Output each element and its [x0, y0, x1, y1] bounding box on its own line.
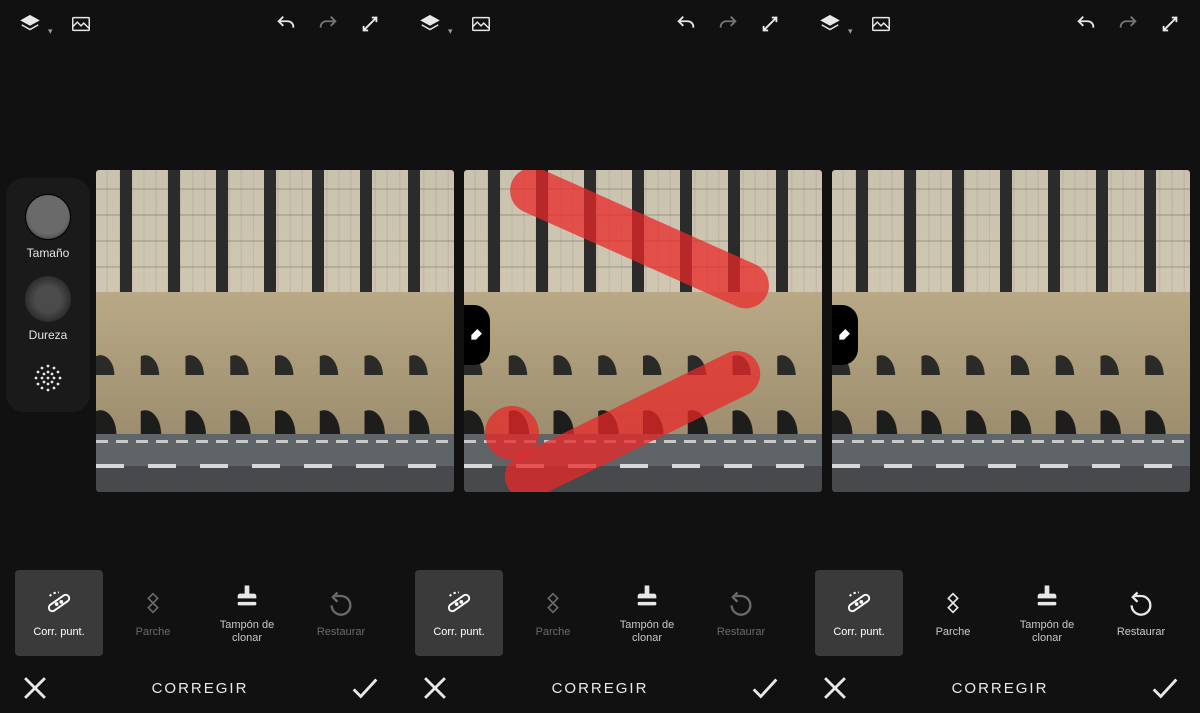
topbar-panel-2: ▾ [400, 0, 800, 48]
topbar-panel-3: ▾ [800, 0, 1200, 48]
layers-icon[interactable] [416, 10, 444, 38]
brush-drawer-handle[interactable] [832, 305, 858, 365]
canvas-row [0, 170, 1200, 492]
mode-title: CORREGIR [52, 680, 348, 697]
tool-restore[interactable]: Restaurar [1097, 570, 1185, 656]
tool-patch[interactable]: Parche [109, 570, 197, 656]
tool-label: Parche [936, 626, 971, 639]
patch-icon [138, 588, 168, 618]
undo-icon[interactable] [272, 10, 300, 38]
tool-label: Restaurar [717, 626, 765, 639]
brush-size-control[interactable] [25, 194, 71, 240]
apply-button[interactable] [1148, 671, 1182, 705]
patch-icon [938, 588, 968, 618]
image-placeholder-icon[interactable] [867, 10, 895, 38]
tool-label: Corr. punt. [433, 626, 484, 639]
mode-title: CORREGIR [852, 680, 1148, 697]
confirmbar-panel-1: CORREGIR [0, 663, 400, 713]
tool-label: Tampón de clonar [620, 619, 674, 644]
tool-label: Restaurar [1117, 626, 1165, 639]
tool-clone-stamp[interactable]: Tampón de clonar [603, 570, 691, 656]
tool-spot-heal[interactable]: Corr. punt. [15, 570, 103, 656]
tool-clone-stamp[interactable]: Tampón de clonar [203, 570, 291, 656]
tool-label: Parche [536, 626, 571, 639]
brush-drawer-handle[interactable] [464, 305, 490, 365]
tool-clone-stamp[interactable]: Tampón de clonar [1003, 570, 1091, 656]
cancel-button[interactable] [418, 671, 452, 705]
tool-spot-heal[interactable]: Corr. punt. [815, 570, 903, 656]
tool-restore[interactable]: Restaurar [297, 570, 385, 656]
fullscreen-icon[interactable] [1156, 10, 1184, 38]
brush-hardness-label: Dureza [29, 328, 68, 342]
stamp-icon [232, 581, 262, 611]
tool-restore[interactable]: Restaurar [697, 570, 785, 656]
tool-label: Restaurar [317, 626, 365, 639]
tool-patch[interactable]: Parche [909, 570, 997, 656]
toolrow-panel-3: Corr. punt. Parche Tampón de clonar Rest… [800, 563, 1200, 663]
stamp-icon [1032, 581, 1062, 611]
canvas-panel-2[interactable] [464, 170, 822, 492]
bandage-icon [44, 588, 74, 618]
fullscreen-icon[interactable] [756, 10, 784, 38]
tool-label: Corr. punt. [833, 626, 884, 639]
redo-icon[interactable] [1114, 10, 1142, 38]
layers-icon[interactable] [16, 10, 44, 38]
chevron-down-icon: ▾ [48, 26, 53, 37]
confirmbar-panel-2: CORREGIR [400, 663, 800, 713]
canvas-panel-1[interactable] [96, 170, 454, 492]
chevron-down-icon: ▾ [448, 26, 453, 37]
tool-patch[interactable]: Parche [509, 570, 597, 656]
mode-title: CORREGIR [452, 680, 748, 697]
cancel-button[interactable] [18, 671, 52, 705]
topbar-panel-1: ▾ [0, 0, 400, 48]
tool-label: Tampón de clonar [220, 619, 274, 644]
chevron-down-icon: ▾ [848, 26, 853, 37]
apply-button[interactable] [748, 671, 782, 705]
undo-icon[interactable] [672, 10, 700, 38]
undo-icon[interactable] [1072, 10, 1100, 38]
patch-icon [538, 588, 568, 618]
tool-spot-heal[interactable]: Corr. punt. [415, 570, 503, 656]
image-placeholder-icon[interactable] [67, 10, 95, 38]
brush-hardness-control[interactable] [25, 276, 71, 322]
tool-label: Corr. punt. [33, 626, 84, 639]
restore-icon [726, 588, 756, 618]
toolrow-panel-1: Corr. punt. Parche Tampón de clonar Rest… [0, 563, 400, 663]
restore-icon [326, 588, 356, 618]
fullscreen-icon[interactable] [356, 10, 384, 38]
tool-label: Tampón de clonar [1020, 619, 1074, 644]
canvas-panel-3[interactable] [832, 170, 1190, 492]
brush-settings-dock: Tamaño Dureza [6, 178, 90, 412]
image-placeholder-icon[interactable] [467, 10, 495, 38]
brush-pattern-icon[interactable] [28, 358, 68, 398]
stamp-icon [632, 581, 662, 611]
bandage-icon [844, 588, 874, 618]
confirmbar-panel-3: CORREGIR [800, 663, 1200, 713]
apply-button[interactable] [348, 671, 382, 705]
brush-size-label: Tamaño [27, 246, 70, 260]
restore-icon [1126, 588, 1156, 618]
tool-label: Parche [136, 626, 171, 639]
bandage-icon [444, 588, 474, 618]
toolrow-panel-2: Corr. punt. Parche Tampón de clonar Rest… [400, 563, 800, 663]
layers-icon[interactable] [816, 10, 844, 38]
redo-icon[interactable] [314, 10, 342, 38]
redo-icon[interactable] [714, 10, 742, 38]
cancel-button[interactable] [818, 671, 852, 705]
